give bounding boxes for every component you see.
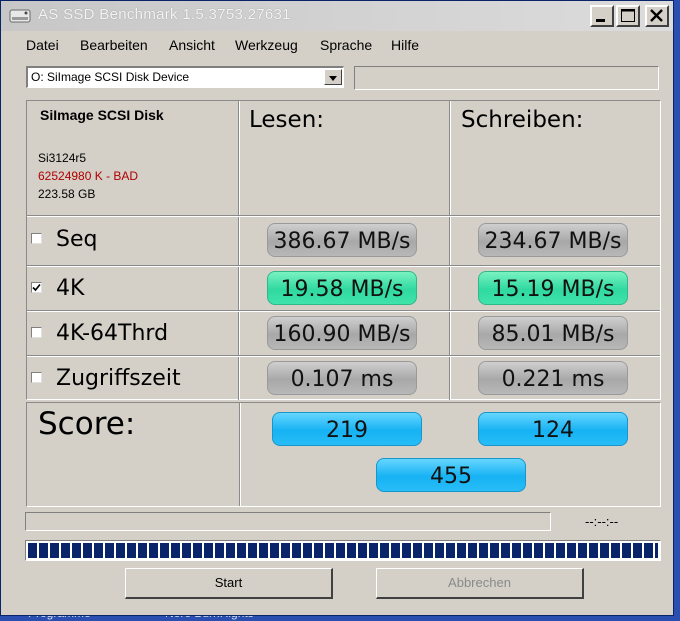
4k-write-result: 15.19 MB/s (478, 271, 628, 305)
close-icon (650, 9, 663, 22)
access-time-write-result: 0.221 ms (478, 361, 628, 395)
4k-64thrd-checkbox[interactable] (31, 327, 42, 338)
score-write: 124 (478, 412, 628, 446)
minimize-icon (596, 19, 605, 22)
score-total: 455 (376, 458, 526, 492)
score-label: Score: (38, 406, 136, 442)
4k-checkbox[interactable] (31, 282, 42, 293)
cancel-button[interactable]: Abbrechen (376, 568, 584, 599)
test-label-seq: Seq (56, 227, 98, 252)
menu-werkzeug[interactable]: Werkzeug (235, 37, 298, 53)
score-divider (239, 403, 241, 506)
title-bar[interactable]: AS SSD Benchmark 1.5.3753.27631 (1, 1, 673, 31)
maximize-button[interactable] (616, 5, 640, 27)
menu-bar: Datei Bearbeiten Ansicht Werkzeug Sprach… (1, 33, 673, 57)
overall-progress-bar (25, 540, 661, 561)
grid-divider (27, 215, 660, 217)
maximize-icon (621, 9, 635, 22)
chevron-down-icon (329, 76, 337, 81)
drive-select-value: O: SiImage SCSI Disk Device (31, 70, 190, 84)
menu-bearbeiten[interactable]: Bearbeiten (80, 37, 148, 53)
disk-name: SiImage SCSI Disk (40, 107, 164, 123)
seq-read-result: 386.67 MB/s (267, 223, 417, 257)
elapsed-time: --:--:-- (585, 514, 619, 529)
overall-progress-fill (28, 543, 658, 558)
test-progress-bar (25, 512, 551, 531)
status-field (354, 66, 659, 90)
test-label-4k-64thrd: 4K-64Thrd (56, 321, 169, 346)
drive-dropdown-button[interactable] (324, 69, 342, 85)
4k-64thrd-write-result: 85.01 MB/s (478, 316, 628, 350)
menu-datei[interactable]: Datei (26, 37, 59, 53)
column-header-read: Lesen: (249, 107, 325, 133)
disk-drive-icon (9, 9, 31, 23)
seq-write-result: 234.67 MB/s (478, 223, 628, 257)
4k-read-result: 19.58 MB/s (267, 271, 417, 305)
test-label-4k: 4K (56, 276, 85, 301)
seq-checkbox[interactable] (31, 233, 42, 244)
grid-divider (27, 355, 660, 357)
start-button[interactable]: Start (125, 568, 333, 599)
grid-divider (27, 265, 660, 267)
access-time-read-result: 0.107 ms (267, 361, 417, 395)
score-read: 219 (272, 412, 422, 446)
menu-hilfe[interactable]: Hilfe (391, 37, 419, 53)
disk-alignment: 62524980 K - BAD (38, 169, 139, 183)
drive-select[interactable]: O: SiImage SCSI Disk Device (26, 66, 344, 88)
disk-firmware: Si3124r5 (38, 151, 87, 165)
access-time-checkbox[interactable] (31, 372, 42, 383)
close-button[interactable] (645, 5, 669, 27)
app-window: AS SSD Benchmark 1.5.3753.27631 Datei Be… (0, 0, 674, 616)
test-label-access-time: Zugriffszeit (56, 366, 181, 391)
4k-64thrd-read-result: 160.90 MB/s (267, 316, 417, 350)
checkmark-icon (32, 283, 41, 292)
column-header-write: Schreiben: (461, 107, 584, 133)
grid-divider (27, 310, 660, 312)
menu-sprache[interactable]: Sprache (320, 37, 372, 53)
disk-size: 223.58 GB (38, 187, 96, 201)
minimize-button[interactable] (590, 5, 614, 27)
menu-ansicht[interactable]: Ansicht (169, 37, 215, 53)
window-title: AS SSD Benchmark 1.5.3753.27631 (38, 6, 291, 23)
